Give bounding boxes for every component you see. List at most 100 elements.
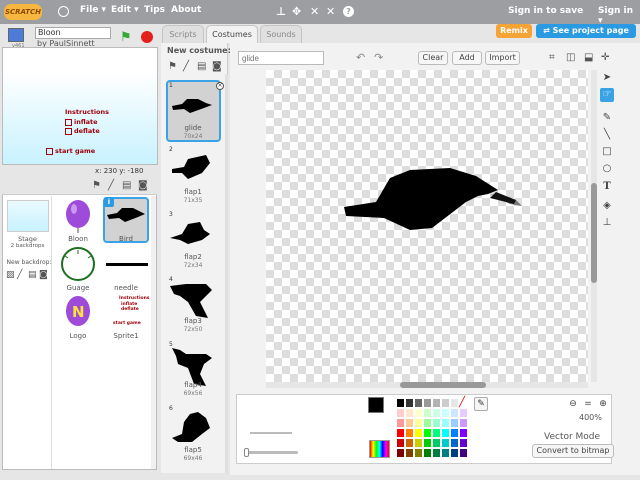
upload-backdrop-icon[interactable]: ▤ [28, 270, 37, 280]
menu-edit[interactable]: Edit ▾ [111, 5, 139, 15]
upload-costume-icon[interactable]: ▤ [197, 61, 206, 72]
language-globe-icon[interactable] [58, 6, 69, 17]
palette-swatch[interactable] [423, 438, 432, 448]
palette-swatch[interactable] [441, 448, 450, 458]
palette-swatch[interactable] [459, 408, 468, 418]
camera-backdrop-icon[interactable]: ◙ [39, 270, 48, 280]
costume-list-scrollbar[interactable] [225, 74, 228, 474]
fullscreen-icon[interactable] [8, 28, 24, 42]
paint-backdrop-icon[interactable]: ╱ [17, 270, 22, 280]
help-icon[interactable]: ? [343, 6, 354, 17]
palette-swatch[interactable] [432, 448, 441, 458]
palette-swatch[interactable] [414, 408, 423, 418]
stamp-tool-icon[interactable]: ⊥ [600, 216, 614, 230]
costume-library-icon[interactable]: ⚑ [168, 61, 177, 72]
import-button[interactable]: Import [485, 51, 520, 65]
palette-swatch[interactable] [423, 398, 432, 408]
paint-sprite-icon[interactable]: ╱ [108, 180, 114, 191]
palette-swatch[interactable] [396, 398, 405, 408]
zoom-out-icon[interactable]: ⊖ [567, 398, 579, 410]
menu-file[interactable]: File ▾ [80, 5, 106, 15]
palette-swatch[interactable] [405, 438, 414, 448]
canvas-horizontal-scroll-thumb[interactable] [400, 382, 486, 388]
palette-swatch[interactable] [441, 408, 450, 418]
palette-swatch[interactable] [405, 428, 414, 438]
tab-scripts[interactable]: Scripts [162, 25, 204, 43]
palette-swatch[interactable] [405, 398, 414, 408]
palette-swatch[interactable] [450, 418, 459, 428]
palette-swatch[interactable] [414, 428, 423, 438]
palette-swatch[interactable] [450, 428, 459, 438]
palette-swatch[interactable] [423, 448, 432, 458]
palette-swatch[interactable] [423, 418, 432, 428]
palette-swatch[interactable] [441, 398, 450, 408]
palette-swatch[interactable] [396, 428, 405, 438]
text-tool-icon[interactable]: T [600, 180, 614, 194]
sign-in-to-save-link[interactable]: Sign in to save [508, 6, 583, 16]
grow-icon[interactable]: ✕ [310, 5, 319, 18]
zoom-reset-icon[interactable]: = [582, 398, 594, 410]
ellipse-tool-icon[interactable]: ○ [600, 162, 614, 176]
flip-vertical-icon[interactable]: ⬓ [584, 52, 593, 63]
sprites-scrollbar[interactable] [151, 196, 156, 469]
project-title-input[interactable]: Bloon [35, 27, 111, 39]
green-flag-icon[interactable]: ⚑ [120, 30, 132, 45]
palette-swatch[interactable] [396, 408, 405, 418]
palette-swatch[interactable] [432, 408, 441, 418]
upload-sprite-icon[interactable]: ▤ [122, 180, 131, 191]
flip-horizontal-icon[interactable]: ◫ [566, 52, 575, 63]
tab-sounds[interactable]: Sounds [260, 25, 302, 43]
delete-costume-icon[interactable]: × [216, 82, 224, 90]
no-color-icon[interactable]: ╱ [456, 397, 468, 409]
palette-swatch[interactable] [396, 418, 405, 428]
shrink-icon[interactable]: ✕ [326, 5, 335, 18]
palette-swatch[interactable] [396, 438, 405, 448]
menu-tips[interactable]: Tips [144, 5, 165, 15]
see-project-page-button[interactable]: ⇄ See project page [536, 24, 636, 38]
costume-center-icon[interactable]: ✛ [601, 52, 609, 63]
clear-button[interactable]: Clear [418, 51, 448, 65]
palette-swatch[interactable] [459, 438, 468, 448]
rectangle-tool-icon[interactable]: □ [600, 145, 614, 159]
palette-swatch[interactable] [450, 438, 459, 448]
palette-swatch[interactable] [414, 448, 423, 458]
palette-swatch[interactable] [423, 408, 432, 418]
backdrop-library-icon[interactable]: ▨ [6, 270, 15, 280]
line-width-slider[interactable] [246, 451, 298, 454]
canvas-vertical-scroll-thumb[interactable] [591, 183, 597, 283]
palette-swatch[interactable] [441, 418, 450, 428]
convert-to-bitmap-button[interactable]: Convert to bitmap [532, 444, 614, 458]
sign-in-link[interactable]: Sign in ▾ [598, 6, 640, 26]
drawing-canvas[interactable] [266, 70, 588, 382]
palette-swatch[interactable] [441, 438, 450, 448]
palette-swatch[interactable] [396, 448, 405, 458]
costume-name-input[interactable] [238, 51, 324, 65]
camera-costume-icon[interactable]: ◙ [212, 61, 222, 72]
palette-swatch[interactable] [441, 428, 450, 438]
palette-swatch[interactable] [459, 418, 468, 428]
redo-icon[interactable]: ↷ [374, 51, 383, 64]
undo-icon[interactable]: ↶ [356, 51, 365, 64]
pencil-tool-icon[interactable]: ✎ [600, 111, 614, 125]
set-center-icon[interactable]: ⌗ [549, 52, 555, 63]
reshape-tool-icon[interactable]: ☞ [600, 88, 614, 102]
palette-swatch[interactable] [414, 438, 423, 448]
paint-costume-icon[interactable]: ╱ [183, 61, 189, 72]
palette-swatch[interactable] [405, 418, 414, 428]
cut-icon[interactable]: ✥ [292, 5, 301, 18]
scratch-logo[interactable]: SCRATCH [4, 4, 42, 20]
line-tool-icon[interactable]: ╲ [600, 128, 614, 142]
palette-swatch[interactable] [414, 398, 423, 408]
fill-tool-icon[interactable]: ◈ [600, 199, 614, 213]
palette-swatch[interactable] [405, 448, 414, 458]
stage-start-game[interactable]: start game [46, 147, 95, 155]
stop-icon[interactable] [141, 31, 153, 43]
eyedropper-icon[interactable]: ✎ [474, 397, 488, 411]
palette-swatch[interactable] [459, 448, 468, 458]
add-button[interactable]: Add [452, 51, 482, 65]
palette-swatch[interactable] [423, 428, 432, 438]
palette-swatch[interactable] [450, 448, 459, 458]
palette-swatch[interactable] [432, 428, 441, 438]
stage-thumbnail[interactable] [7, 200, 49, 232]
tab-costumes[interactable]: Costumes [206, 25, 258, 43]
